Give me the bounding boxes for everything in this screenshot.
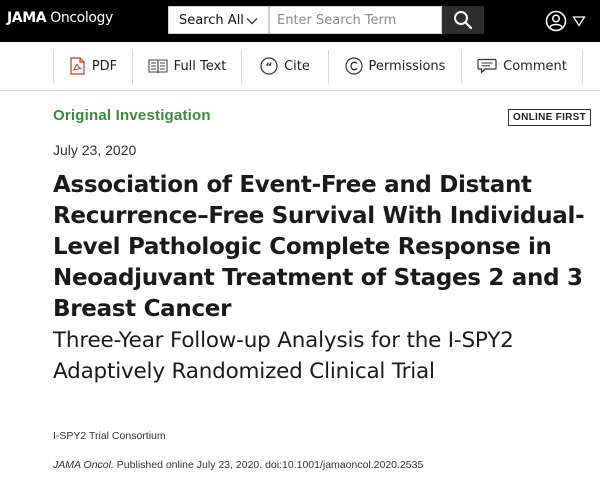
user-account-button[interactable] — [545, 9, 589, 33]
cite-label: Cite — [284, 58, 310, 74]
citation-line: JAMA Oncol. Published online July 23, 20… — [53, 459, 423, 471]
svg-text:“: “ — [265, 61, 272, 74]
search-scope-dropdown[interactable]: Search All — [168, 6, 269, 34]
toolbar-divider — [582, 50, 583, 84]
search-input[interactable] — [269, 6, 442, 34]
article-type: Original Investigation — [53, 107, 211, 124]
full-text-button[interactable]: Full Text — [133, 42, 241, 90]
brand-bold: JAMA — [7, 10, 47, 26]
copyright-icon — [344, 57, 363, 75]
full-text-icon — [148, 58, 168, 74]
top-header: JAMA Oncology Search All — [0, 0, 600, 42]
user-icon — [545, 10, 567, 32]
cite-icon: “ — [260, 57, 278, 75]
publication-date: July 23, 2020 — [53, 142, 137, 158]
author-list[interactable]: I-SPY2 Trial Consortium — [53, 430, 166, 442]
pdf-label: PDF — [91, 58, 118, 74]
comment-button[interactable]: Comment — [462, 42, 582, 90]
permissions-label: Permissions — [368, 58, 446, 74]
brand-rest: Oncology — [46, 10, 113, 26]
citation-journal: JAMA Oncol. — [53, 459, 114, 471]
full-text-label: Full Text — [173, 58, 227, 74]
search-icon — [454, 11, 473, 30]
caret-down-icon — [572, 16, 586, 27]
pdf-button[interactable]: PDF — [54, 42, 132, 90]
search-button[interactable] — [442, 6, 484, 34]
article-title: Association of Event-Free and Distant Re… — [53, 172, 585, 322]
chevron-down-icon — [246, 18, 258, 25]
citation-details: Published online July 23, 2020. doi:10.1… — [113, 459, 424, 471]
permissions-button[interactable]: Permissions — [329, 42, 461, 90]
comment-label: Comment — [503, 58, 567, 74]
online-first-badge: ONLINE FIRST — [508, 109, 592, 126]
cite-button[interactable]: “ Cite — [242, 42, 328, 90]
article-toolbar: PDF Full Text “ Cite Permissions Comment — [0, 42, 600, 91]
journal-logo[interactable]: JAMA Oncology — [7, 10, 113, 26]
comment-icon — [477, 58, 497, 74]
article-subtitle: Three-Year Follow-up Analysis for the I-… — [53, 328, 514, 384]
search-scope-label: Search All — [179, 12, 244, 28]
pdf-icon — [69, 57, 86, 75]
